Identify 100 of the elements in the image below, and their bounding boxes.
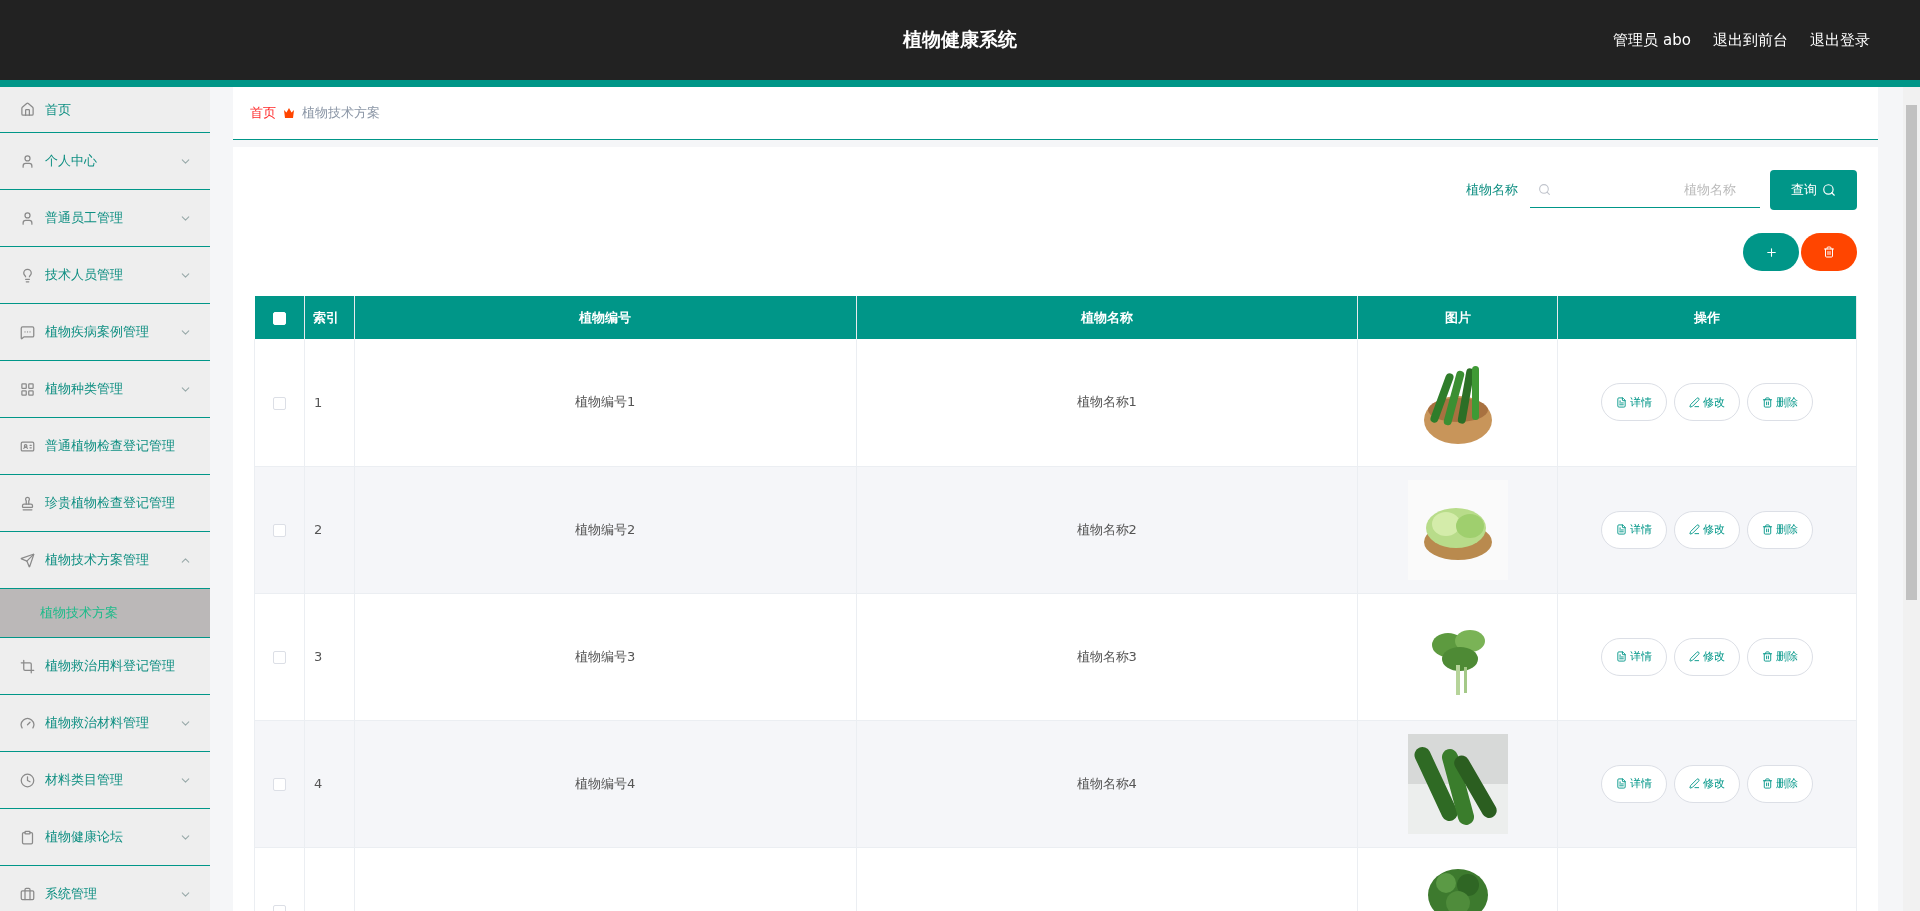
sidebar-item-label: 个人中心 bbox=[45, 152, 98, 170]
edit-button[interactable]: 修改 bbox=[1674, 764, 1740, 803]
sidebar-item-label: 技术人员管理 bbox=[45, 266, 124, 284]
table-cell: 植物编号3 bbox=[354, 593, 856, 720]
column-header: 植物编号 bbox=[354, 296, 856, 339]
trash-icon bbox=[1762, 524, 1773, 535]
sidebar-item[interactable]: 植物种类管理 bbox=[0, 361, 210, 418]
menu-item-icon bbox=[20, 438, 35, 454]
sidebar-item[interactable]: 材料类目管理 bbox=[0, 752, 210, 809]
menu-item-icon bbox=[20, 658, 35, 674]
table-cell: 植物名称3 bbox=[856, 593, 1358, 720]
document-icon bbox=[1616, 651, 1627, 662]
row-checkbox[interactable] bbox=[273, 524, 286, 537]
search-field[interactable]: 植物名称 bbox=[1557, 181, 1738, 198]
menu-item-icon bbox=[20, 715, 35, 731]
breadcrumb-link[interactable]: 首页 bbox=[250, 104, 276, 122]
sidebar-item[interactable]: 技术人员管理 bbox=[0, 247, 210, 304]
menu-item-icon bbox=[20, 267, 35, 283]
sidebar-item-label: 植物种类管理 bbox=[45, 380, 124, 398]
trash-icon bbox=[1823, 246, 1835, 258]
sidebar-item-label: 植物疾病案例管理 bbox=[45, 323, 150, 341]
table-cell: 3 bbox=[304, 593, 355, 720]
table-cell: 植物编号1 bbox=[354, 339, 856, 466]
details-button[interactable]: 详情 bbox=[1601, 383, 1667, 422]
trash-icon bbox=[1762, 651, 1773, 662]
sidebar-item-label: 植物救治用料登记管理 bbox=[45, 657, 176, 675]
pen-icon bbox=[1689, 524, 1700, 535]
trash-icon bbox=[1762, 778, 1773, 789]
menu-item-icon bbox=[20, 552, 35, 568]
app-title: 植物健康系统 bbox=[903, 27, 1017, 52]
table-cell: 2 bbox=[304, 466, 355, 593]
row-checkbox[interactable] bbox=[273, 396, 286, 410]
table-cell: 植物编号4 bbox=[354, 720, 856, 847]
search-label: 植物名称 bbox=[1466, 181, 1518, 199]
search-icon bbox=[1822, 183, 1836, 197]
query-button[interactable]: 查询 bbox=[1770, 170, 1857, 210]
sidebar-item[interactable]: 首页 bbox=[0, 87, 210, 133]
row-checkbox[interactable] bbox=[273, 651, 286, 664]
header-link[interactable]: 退出登录 bbox=[1810, 30, 1870, 50]
menu-item-icon bbox=[20, 381, 35, 397]
delete-button[interactable]: 删除 bbox=[1747, 383, 1813, 422]
sidebar-item[interactable]: 普通员工管理 bbox=[0, 190, 210, 247]
pen-icon bbox=[1689, 396, 1700, 408]
edit-button[interactable]: 修改 bbox=[1674, 637, 1740, 676]
sidebar-item[interactable]: 植物疾病案例管理 bbox=[0, 304, 210, 361]
sidebar-item-label: 系统管理 bbox=[45, 885, 98, 903]
header-link[interactable]: 退出到前台 bbox=[1713, 30, 1788, 50]
sidebar-item-label: 首页 bbox=[45, 100, 72, 119]
edit-button[interactable]: 修改 bbox=[1674, 510, 1740, 549]
sidebar-item[interactable]: 系统管理 bbox=[0, 866, 210, 911]
table-cell: 植物名称4 bbox=[856, 720, 1358, 847]
delete-button[interactable]: 删除 bbox=[1747, 510, 1813, 549]
column-header: 索引 bbox=[304, 296, 355, 339]
document-icon bbox=[1616, 778, 1627, 789]
row-checkbox[interactable] bbox=[273, 778, 286, 791]
sidebar-item[interactable]: 植物救治材料管理 bbox=[0, 695, 210, 752]
menu-item-icon bbox=[20, 324, 35, 340]
menu-item-icon bbox=[20, 210, 35, 226]
delete-button[interactable]: 删除 bbox=[1747, 764, 1813, 803]
delete-button[interactable] bbox=[1801, 233, 1857, 271]
column-header: 植物名称 bbox=[856, 296, 1358, 339]
pen-icon bbox=[1689, 651, 1700, 662]
edit-button[interactable]: 修改 bbox=[1674, 383, 1740, 422]
sidebar-item-label: 植物技术方案管理 bbox=[45, 551, 150, 569]
pen-icon bbox=[1689, 778, 1700, 789]
details-button[interactable]: 详情 bbox=[1601, 764, 1667, 803]
column-header: 操作 bbox=[1557, 296, 1857, 339]
table-cell: 植物编号2 bbox=[354, 466, 856, 593]
details-button[interactable]: 详情 bbox=[1601, 510, 1667, 549]
table-cell: 植物名称1 bbox=[856, 339, 1358, 466]
document-icon bbox=[1616, 396, 1627, 408]
sidebar-item[interactable]: 植物救治用料登记管理 bbox=[0, 638, 210, 695]
details-button[interactable]: 详情 bbox=[1601, 637, 1667, 676]
menu-item-icon bbox=[20, 102, 35, 117]
sidebar-item-label: 普通植物检查登记管理 bbox=[45, 437, 176, 455]
table-cell: 4 bbox=[304, 720, 355, 847]
sidebar-item[interactable]: 植物健康论坛 bbox=[0, 809, 210, 866]
menu-item-icon bbox=[20, 772, 35, 788]
delete-button[interactable]: 删除 bbox=[1747, 637, 1813, 676]
sidebar-item[interactable]: 珍贵植物检查登记管理 bbox=[0, 475, 210, 532]
sidebar-item-label: 珍贵植物检查登记管理 bbox=[45, 494, 176, 512]
user-link[interactable]: 管理员 abo bbox=[1613, 30, 1691, 50]
sidebar-item[interactable]: 普通植物检查登记管理 bbox=[0, 418, 210, 475]
document-icon bbox=[1616, 524, 1627, 535]
plus-icon bbox=[1764, 245, 1778, 259]
search-icon bbox=[1538, 183, 1551, 196]
sidebar-item[interactable]: 个人中心 bbox=[0, 133, 210, 190]
sidebar-item-label: 植物健康论坛 bbox=[45, 828, 124, 846]
menu-item-icon bbox=[20, 886, 35, 902]
table-cell: 植物名称2 bbox=[856, 466, 1358, 593]
breadcrumb-current: 植物技术方案 bbox=[302, 104, 380, 122]
crown-icon bbox=[284, 108, 294, 118]
add-button[interactable] bbox=[1743, 233, 1799, 271]
trash-icon bbox=[1762, 396, 1773, 408]
sidebar-item-label: 植物救治材料管理 bbox=[45, 714, 150, 732]
select-all-checkbox[interactable] bbox=[272, 312, 286, 325]
sidebar-item-label: 普通员工管理 bbox=[45, 209, 124, 227]
sidebar-item-label: 材料类目管理 bbox=[45, 771, 124, 789]
table-cell: 1 bbox=[304, 339, 355, 466]
scrollbar[interactable] bbox=[1903, 87, 1920, 911]
